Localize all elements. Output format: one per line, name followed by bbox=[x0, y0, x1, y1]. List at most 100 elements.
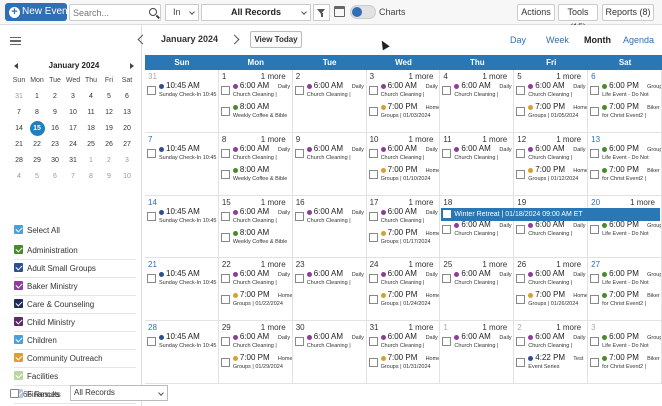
day-number[interactable]: 23 bbox=[296, 260, 305, 269]
day-cell[interactable]: 16 6:00 AM Daily Church Cleaning | bbox=[292, 195, 367, 259]
checkbox-icon[interactable] bbox=[294, 274, 304, 284]
calendar-event[interactable]: 6:00 PM Group Life Event - Do Not bbox=[590, 144, 661, 164]
mini-next-month-icon[interactable] bbox=[130, 63, 134, 69]
mini-day-cell[interactable]: 21 bbox=[10, 137, 28, 153]
checkbox-icon[interactable] bbox=[294, 148, 304, 158]
mini-day-cell[interactable]: 11 bbox=[82, 105, 100, 121]
checkbox-icon[interactable] bbox=[220, 169, 230, 179]
day-cell[interactable]: 20 1 more 6:00 PM Group Life Event - Do Not bbox=[588, 195, 662, 259]
mini-day[interactable]: 18 bbox=[82, 121, 100, 137]
checkbox-icon[interactable] bbox=[14, 263, 23, 272]
checkbox-icon[interactable] bbox=[368, 211, 378, 221]
checkbox-icon[interactable] bbox=[368, 107, 378, 116]
tab-month[interactable]: Month bbox=[584, 35, 611, 45]
more-link[interactable]: 1 more bbox=[630, 198, 655, 207]
mini-day[interactable]: 23 bbox=[46, 137, 64, 153]
day-cell[interactable]: 14 10:45 AM Sunday Check-In 10:45 bbox=[145, 195, 219, 259]
mini-day[interactable]: 28 bbox=[10, 153, 28, 169]
mini-day[interactable]: 31 bbox=[64, 153, 82, 169]
calendar-event[interactable]: 6:00 AM Daily Church Cleaning | bbox=[368, 207, 439, 227]
day-number[interactable]: 3 bbox=[591, 323, 595, 332]
calendar-event[interactable]: 6:00 AM Daily Church Cleaning | bbox=[516, 144, 586, 164]
more-link[interactable]: 1 more bbox=[261, 260, 286, 269]
mini-day[interactable]: 17 bbox=[64, 121, 82, 137]
multi-day-event[interactable]: Winter Retreat | 01/18/2024 09:00 AM ET bbox=[441, 207, 660, 221]
day-number[interactable]: 17 bbox=[370, 198, 379, 207]
mini-day-cell[interactable]: 8 bbox=[28, 105, 46, 121]
calendar-event[interactable]: 7:00 PM Home Groups | 01/31/2024 bbox=[368, 354, 439, 373]
day-number[interactable]: 12 bbox=[517, 135, 526, 144]
day-cell[interactable]: 1 1 more 6:00 AM Daily Church Cleaning | bbox=[440, 321, 515, 384]
day-cell[interactable]: 23 6:00 AM Daily Church Cleaning | bbox=[292, 258, 367, 322]
mini-day[interactable]: 4 bbox=[82, 89, 100, 105]
checkbox-icon[interactable] bbox=[368, 148, 378, 158]
day-number[interactable]: 1 bbox=[443, 323, 447, 332]
mini-day[interactable]: 5 bbox=[100, 89, 118, 105]
calendar-event[interactable]: 6:00 AM Daily Church Cleaning | bbox=[294, 144, 365, 164]
checkbox-icon[interactable] bbox=[14, 281, 23, 290]
mini-day-cell[interactable]: 27 bbox=[118, 137, 136, 153]
day-cell[interactable]: 12 1 more 6:00 AM Daily Church Cleaning | 7:0… bbox=[514, 132, 589, 196]
mini-day-cell[interactable]: 7 bbox=[10, 105, 28, 121]
mini-day-cell[interactable]: 3 bbox=[118, 153, 136, 169]
mini-day-cell[interactable]: 16 bbox=[46, 121, 64, 137]
mini-day-cell[interactable]: 30 bbox=[46, 153, 64, 169]
day-number[interactable]: 24 bbox=[370, 260, 379, 269]
calendar-event[interactable]: 7:00 PM Biker for Christ Event2 | bbox=[590, 165, 660, 185]
day-number[interactable]: 30 bbox=[296, 323, 305, 332]
mini-day-cell[interactable]: 17 bbox=[64, 121, 82, 137]
mini-day[interactable]: 8 bbox=[28, 105, 46, 121]
calendar-event[interactable]: 10:45 AM Sunday Check-In 10:45 bbox=[147, 207, 217, 227]
mini-day[interactable]: 24 bbox=[64, 137, 82, 153]
more-link[interactable]: 1 more bbox=[556, 72, 581, 81]
day-cell[interactable]: 10 1 more 6:00 AM Daily Church Cleaning | 7:0… bbox=[366, 132, 441, 196]
mini-day[interactable]: 7 bbox=[64, 169, 82, 185]
category-item[interactable]: Baker Ministry bbox=[14, 278, 136, 296]
day-number[interactable]: 18 bbox=[443, 198, 452, 207]
mini-day-cell[interactable]: 25 bbox=[82, 137, 100, 153]
checkbox-icon[interactable] bbox=[590, 86, 600, 95]
day-cell[interactable]: 1 1 more 6:00 AM Daily Church Cleaning | 8:00… bbox=[218, 70, 293, 133]
calendar-event[interactable]: 7:00 PM Home Groups | 01/03/2024 bbox=[368, 103, 439, 122]
day-cell[interactable]: 30 6:00 AM Daily Church Cleaning | bbox=[292, 321, 367, 384]
calendar-event[interactable]: 7:00 PM Home Groups | 01/10/2024 bbox=[368, 165, 439, 185]
more-link[interactable]: 1 more bbox=[482, 323, 507, 332]
day-cell[interactable]: 19 6:00 AM Daily Church Cleaning | bbox=[514, 195, 589, 259]
calendar-event[interactable]: 7:00 PM Biker for Christ Event2 | bbox=[590, 354, 660, 373]
mini-day-cell[interactable]: 2 bbox=[100, 153, 118, 169]
more-link[interactable]: 1 more bbox=[261, 72, 286, 81]
checkbox-icon[interactable] bbox=[220, 148, 230, 158]
charts-toggle[interactable] bbox=[350, 5, 376, 19]
calendar-event[interactable]: 6:00 AM Daily Church Cleaning | bbox=[442, 144, 512, 164]
day-cell[interactable]: 29 1 more 6:00 AM Daily Church Cleaning | 7:0… bbox=[218, 321, 293, 384]
checkbox-icon[interactable] bbox=[14, 245, 23, 254]
mini-day-cell[interactable]: 10 bbox=[64, 105, 82, 121]
filter-icon[interactable] bbox=[313, 4, 330, 21]
mini-day-cell[interactable]: 20 bbox=[118, 121, 136, 137]
day-cell[interactable]: 2 1 more 6:00 AM Daily Church Cleaning | 4:22… bbox=[514, 321, 589, 384]
mini-day[interactable]: 3 bbox=[118, 153, 136, 169]
mini-day-cell[interactable]: 2 bbox=[46, 89, 64, 105]
mini-day[interactable]: 14 bbox=[10, 121, 28, 137]
calendar-event[interactable]: 7:00 PM Biker for Christ Event2 | bbox=[590, 291, 660, 310]
checkbox-icon[interactable] bbox=[147, 274, 156, 284]
calendar-event[interactable]: 6:00 AM Daily Church Cleaning | bbox=[368, 144, 439, 164]
checkbox-icon[interactable] bbox=[590, 295, 600, 305]
mini-day[interactable]: 26 bbox=[100, 137, 118, 153]
checkbox-icon[interactable] bbox=[220, 358, 230, 368]
mini-day[interactable]: 1 bbox=[28, 89, 46, 105]
calendar-event[interactable]: 7:00 PM Home Groups | 01/05/2024 bbox=[516, 103, 587, 122]
checkbox-icon[interactable] bbox=[516, 86, 526, 95]
calendar-event[interactable]: 6:00 AM Daily Church Cleaning | bbox=[294, 333, 365, 352]
mini-day-cell[interactable]: 31 bbox=[10, 89, 28, 105]
mini-day[interactable]: 20 bbox=[118, 121, 136, 137]
mini-day-cell[interactable]: 4 bbox=[10, 169, 28, 185]
calendar-event[interactable]: 6:00 PM Group Life Event - Do Not bbox=[590, 270, 661, 289]
select-all[interactable]: Select All bbox=[14, 225, 60, 235]
checkbox-icon[interactable] bbox=[516, 295, 526, 305]
checkbox-icon[interactable] bbox=[590, 169, 600, 179]
calendar-event[interactable]: 7:00 PM Biker for Christ Event2 | bbox=[590, 103, 660, 122]
actions-button[interactable]: Actions bbox=[517, 4, 555, 21]
calendar-event[interactable]: 6:00 AM Daily Church Cleaning | bbox=[294, 207, 365, 227]
calendar-event[interactable]: 8:00 AM Weekly Coffee & Bible bbox=[220, 165, 291, 185]
